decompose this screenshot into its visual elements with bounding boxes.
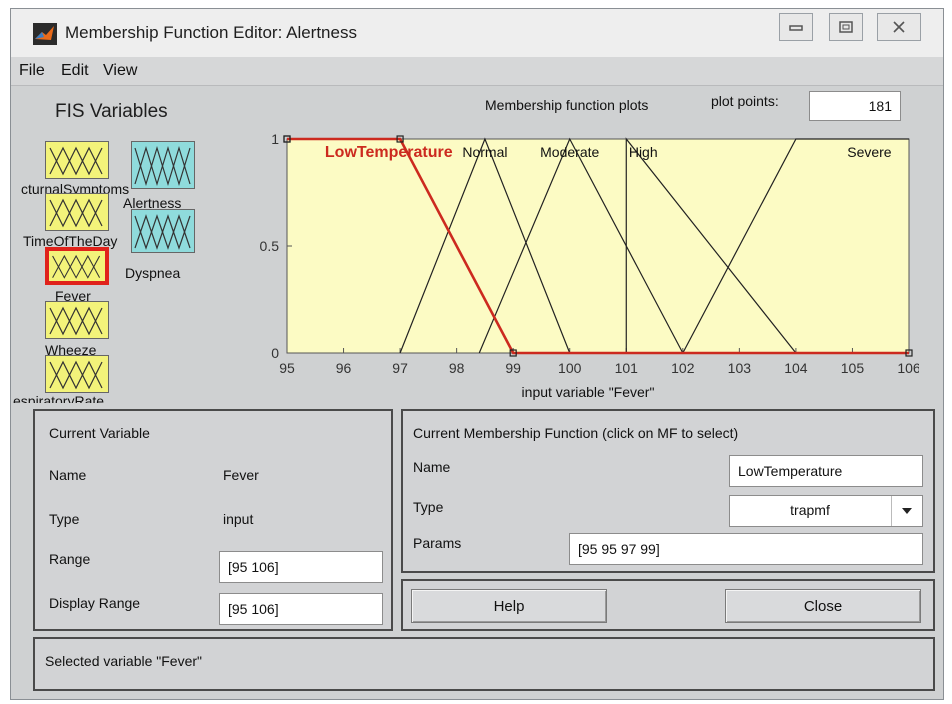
mf-name-label: Name — [413, 459, 451, 475]
current-variable-panel: Current Variable Name Fever Type input R… — [33, 409, 393, 631]
dropdown-arrow — [891, 496, 922, 526]
mf-thumbnail-icon — [49, 198, 103, 228]
input-var-nocturnal-symptoms[interactable] — [45, 141, 109, 179]
x-tick-label: 103 — [728, 360, 752, 376]
close-button[interactable]: Close — [725, 589, 921, 623]
x-tick-label: 97 — [392, 360, 408, 376]
x-tick-label: 106 — [897, 360, 919, 376]
mf-type-select[interactable]: trapmf — [729, 495, 923, 527]
output-var-dyspnea[interactable] — [131, 209, 195, 253]
x-tick-label: 100 — [558, 360, 582, 376]
cv-range-label: Range — [49, 551, 91, 567]
status-text: Selected variable "Fever" — [45, 653, 203, 669]
current-variable-title: Current Variable — [49, 425, 150, 441]
input-var-respiratory-rate[interactable] — [45, 355, 109, 393]
help-button[interactable]: Help — [411, 589, 607, 623]
mf-thumbnail-icon — [52, 254, 101, 279]
mf-label-moderate[interactable]: Moderate — [540, 144, 599, 160]
menu-file[interactable]: File — [19, 62, 45, 80]
plot-points-input[interactable] — [809, 91, 901, 121]
mf-type-label: Type — [413, 499, 444, 515]
x-tick-label: 102 — [671, 360, 695, 376]
cv-type-value: input — [223, 511, 254, 527]
plot-header: Membership function plots — [485, 97, 649, 113]
mf-editor-window: Membership Function Editor: Alertness Fi… — [10, 8, 944, 700]
y-tick-label: 0.5 — [260, 238, 280, 254]
mf-thumbnail-icon — [49, 306, 103, 336]
current-mf-title: Current Membership Function (click on MF… — [413, 425, 739, 441]
x-tick-label: 101 — [615, 360, 639, 376]
mf-name-input[interactable] — [729, 455, 923, 487]
buttons-panel: Help Close — [401, 579, 935, 631]
menu-bar: File Edit View — [11, 57, 943, 86]
cv-name-label: Name — [49, 467, 87, 483]
chevron-down-icon — [902, 508, 912, 514]
input-var-fever[interactable] — [45, 247, 109, 285]
mf-label-high[interactable]: High — [629, 144, 658, 160]
plot-points-label: plot points: — [711, 93, 779, 109]
mf-thumbnail-icon — [49, 360, 103, 390]
mf-type-value: trapmf — [790, 502, 830, 518]
input-var-time-of-the-day[interactable] — [45, 193, 109, 231]
y-tick-label: 1 — [271, 131, 279, 147]
mf-params-input[interactable] — [569, 533, 923, 565]
window-title: Membership Function Editor: Alertness — [65, 23, 357, 42]
title-bar: Membership Function Editor: Alertness — [11, 9, 943, 57]
cv-name-value: Fever — [223, 467, 259, 483]
mf-params-label: Params — [413, 535, 462, 551]
x-tick-label: 104 — [784, 360, 808, 376]
cv-range-input[interactable] — [219, 551, 383, 583]
x-tick-label: 95 — [279, 360, 295, 376]
var-label-dyspnea: Dyspnea — [125, 265, 181, 281]
minimize-icon — [789, 25, 803, 31]
matlab-logo-icon — [33, 23, 57, 45]
status-panel: Selected variable "Fever" — [33, 637, 935, 691]
menu-edit[interactable]: Edit — [61, 62, 89, 80]
mf-label-normal[interactable]: Normal — [462, 144, 507, 160]
current-mf-panel: Current Membership Function (click on MF… — [401, 409, 935, 573]
maximize-icon — [839, 21, 853, 33]
x-tick-label: 98 — [449, 360, 465, 376]
cv-type-label: Type — [49, 511, 80, 527]
close-icon — [893, 21, 905, 33]
fis-variables-title: FIS Variables — [55, 101, 168, 122]
mf-thumbnail-icon — [49, 146, 103, 176]
cv-display-range-input[interactable] — [219, 593, 383, 625]
output-var-alertness[interactable] — [131, 141, 195, 189]
x-tick-label: 96 — [336, 360, 352, 376]
plot-area — [286, 138, 910, 354]
menu-view[interactable]: View — [103, 62, 137, 80]
var-label-respiratory-rate: espiratoryRate — [13, 393, 105, 403]
mf-thumbnail-icon — [134, 214, 191, 250]
close-window-button[interactable] — [877, 13, 921, 41]
maximize-button[interactable] — [829, 13, 863, 41]
membership-function-plot[interactable]: 95 96 97 98 99 100 101 102 103 104 105 106 0 0.5 1 inpu… — [239, 121, 919, 403]
x-axis-label: input variable "Fever" — [522, 384, 655, 400]
mf-label-lowtemperature[interactable]: LowTemperature — [325, 144, 453, 161]
input-var-wheeze[interactable] — [45, 301, 109, 339]
mf-thumbnail-icon — [134, 145, 191, 187]
x-tick-label: 105 — [841, 360, 865, 376]
mf-label-severe[interactable]: Severe — [847, 144, 892, 160]
cv-display-range-label: Display Range — [49, 595, 141, 611]
minimize-button[interactable] — [779, 13, 813, 41]
y-tick-label: 0 — [271, 345, 279, 361]
x-tick-label: 99 — [505, 360, 521, 376]
